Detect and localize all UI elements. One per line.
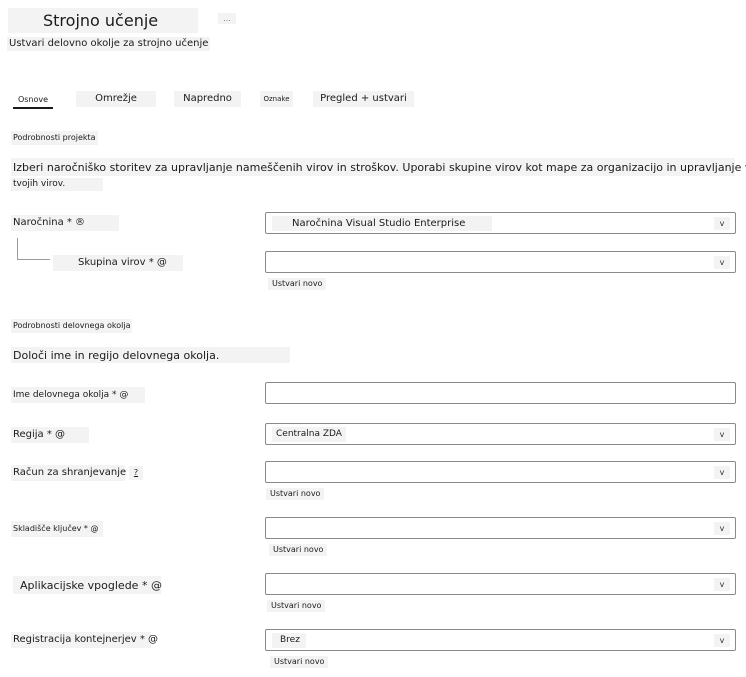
chevron-down-icon: v bbox=[714, 217, 730, 230]
info-icon[interactable]: ? bbox=[129, 466, 143, 480]
resource-group-value bbox=[272, 255, 280, 270]
storage-account-dropdown[interactable]: v bbox=[265, 461, 736, 483]
chevron-down-icon: v bbox=[714, 428, 730, 441]
subscription-dropdown[interactable]: Naročnina Visual Studio Enterprise v bbox=[265, 212, 736, 234]
workspace-details-heading: Podrobnosti delovnega okolja bbox=[11, 319, 133, 333]
region-value: Centralna ZDA bbox=[272, 427, 346, 442]
tab-pregled-ustvari[interactable]: Pregled + ustvari bbox=[313, 91, 414, 107]
create-container-registry-link[interactable]: Ustvari novo bbox=[270, 656, 329, 668]
create-key-vault-link[interactable]: Ustvari novo bbox=[269, 544, 328, 556]
key-vault-dropdown[interactable]: v bbox=[265, 517, 736, 539]
workspace-name-label: Ime delovnega okolja * @ bbox=[11, 387, 145, 403]
chevron-down-icon: v bbox=[714, 466, 730, 479]
region-dropdown[interactable]: Centralna ZDA v bbox=[265, 423, 736, 445]
tree-connector-horizontal bbox=[17, 259, 50, 260]
resource-group-label: Skupina virov * @ bbox=[53, 255, 183, 271]
workspace-name-value bbox=[272, 386, 280, 401]
tree-connector-vertical bbox=[17, 238, 18, 259]
create-resource-group-link[interactable]: Ustvari novo bbox=[268, 278, 327, 290]
resource-group-dropdown[interactable]: v bbox=[265, 251, 736, 273]
more-options-button[interactable]: ... bbox=[218, 13, 236, 24]
workspace-description: Določi ime in regijo delovnega okolja. bbox=[11, 347, 290, 363]
application-insights-dropdown[interactable]: v bbox=[265, 573, 736, 595]
project-details-heading: Podrobnosti projekta bbox=[11, 131, 98, 145]
storage-account-label: Račun za shranjevanje * bbox=[11, 465, 134, 481]
create-storage-account-link[interactable]: Ustvari novo bbox=[266, 488, 325, 500]
subscription-value: Naročnina Visual Studio Enterprise bbox=[272, 216, 492, 231]
page-title: Strojno učenje bbox=[8, 8, 198, 33]
tab-oznake[interactable]: Oznake bbox=[260, 91, 293, 107]
workspace-name-input[interactable] bbox=[265, 382, 736, 404]
tab-napredno[interactable]: Napredno bbox=[174, 91, 241, 107]
container-registry-label: Registracija kontejnerjev * @ bbox=[11, 632, 158, 648]
chevron-down-icon: v bbox=[714, 634, 730, 647]
chevron-down-icon: v bbox=[714, 578, 730, 591]
application-insights-label: Aplikacijske vpoglede * @ bbox=[13, 576, 162, 594]
chevron-down-icon: v bbox=[714, 522, 730, 535]
storage-account-value bbox=[272, 465, 280, 480]
project-description-line1: Izberi naročniško storitev za upravljanj… bbox=[11, 158, 746, 176]
container-registry-value: Brez bbox=[272, 633, 306, 648]
page-subtitle: Ustvari delovno okolje za strojno učenje bbox=[7, 37, 211, 51]
region-label: Regija * @ bbox=[11, 427, 89, 443]
project-description-line2: tvojih virov. bbox=[11, 178, 103, 191]
subscription-label: Naročnina * ® bbox=[11, 215, 119, 231]
create-application-insights-link[interactable]: Ustvari novo bbox=[267, 600, 326, 612]
container-registry-dropdown[interactable]: Brez v bbox=[265, 629, 736, 651]
tab-osnove[interactable]: Osnove bbox=[13, 91, 53, 109]
key-vault-value bbox=[272, 521, 280, 536]
key-vault-label: Skladišče ključev * @ bbox=[11, 521, 103, 537]
chevron-down-icon: v bbox=[714, 256, 730, 269]
application-insights-value bbox=[272, 577, 280, 592]
tab-omrezje[interactable]: Omrežje bbox=[76, 91, 156, 107]
